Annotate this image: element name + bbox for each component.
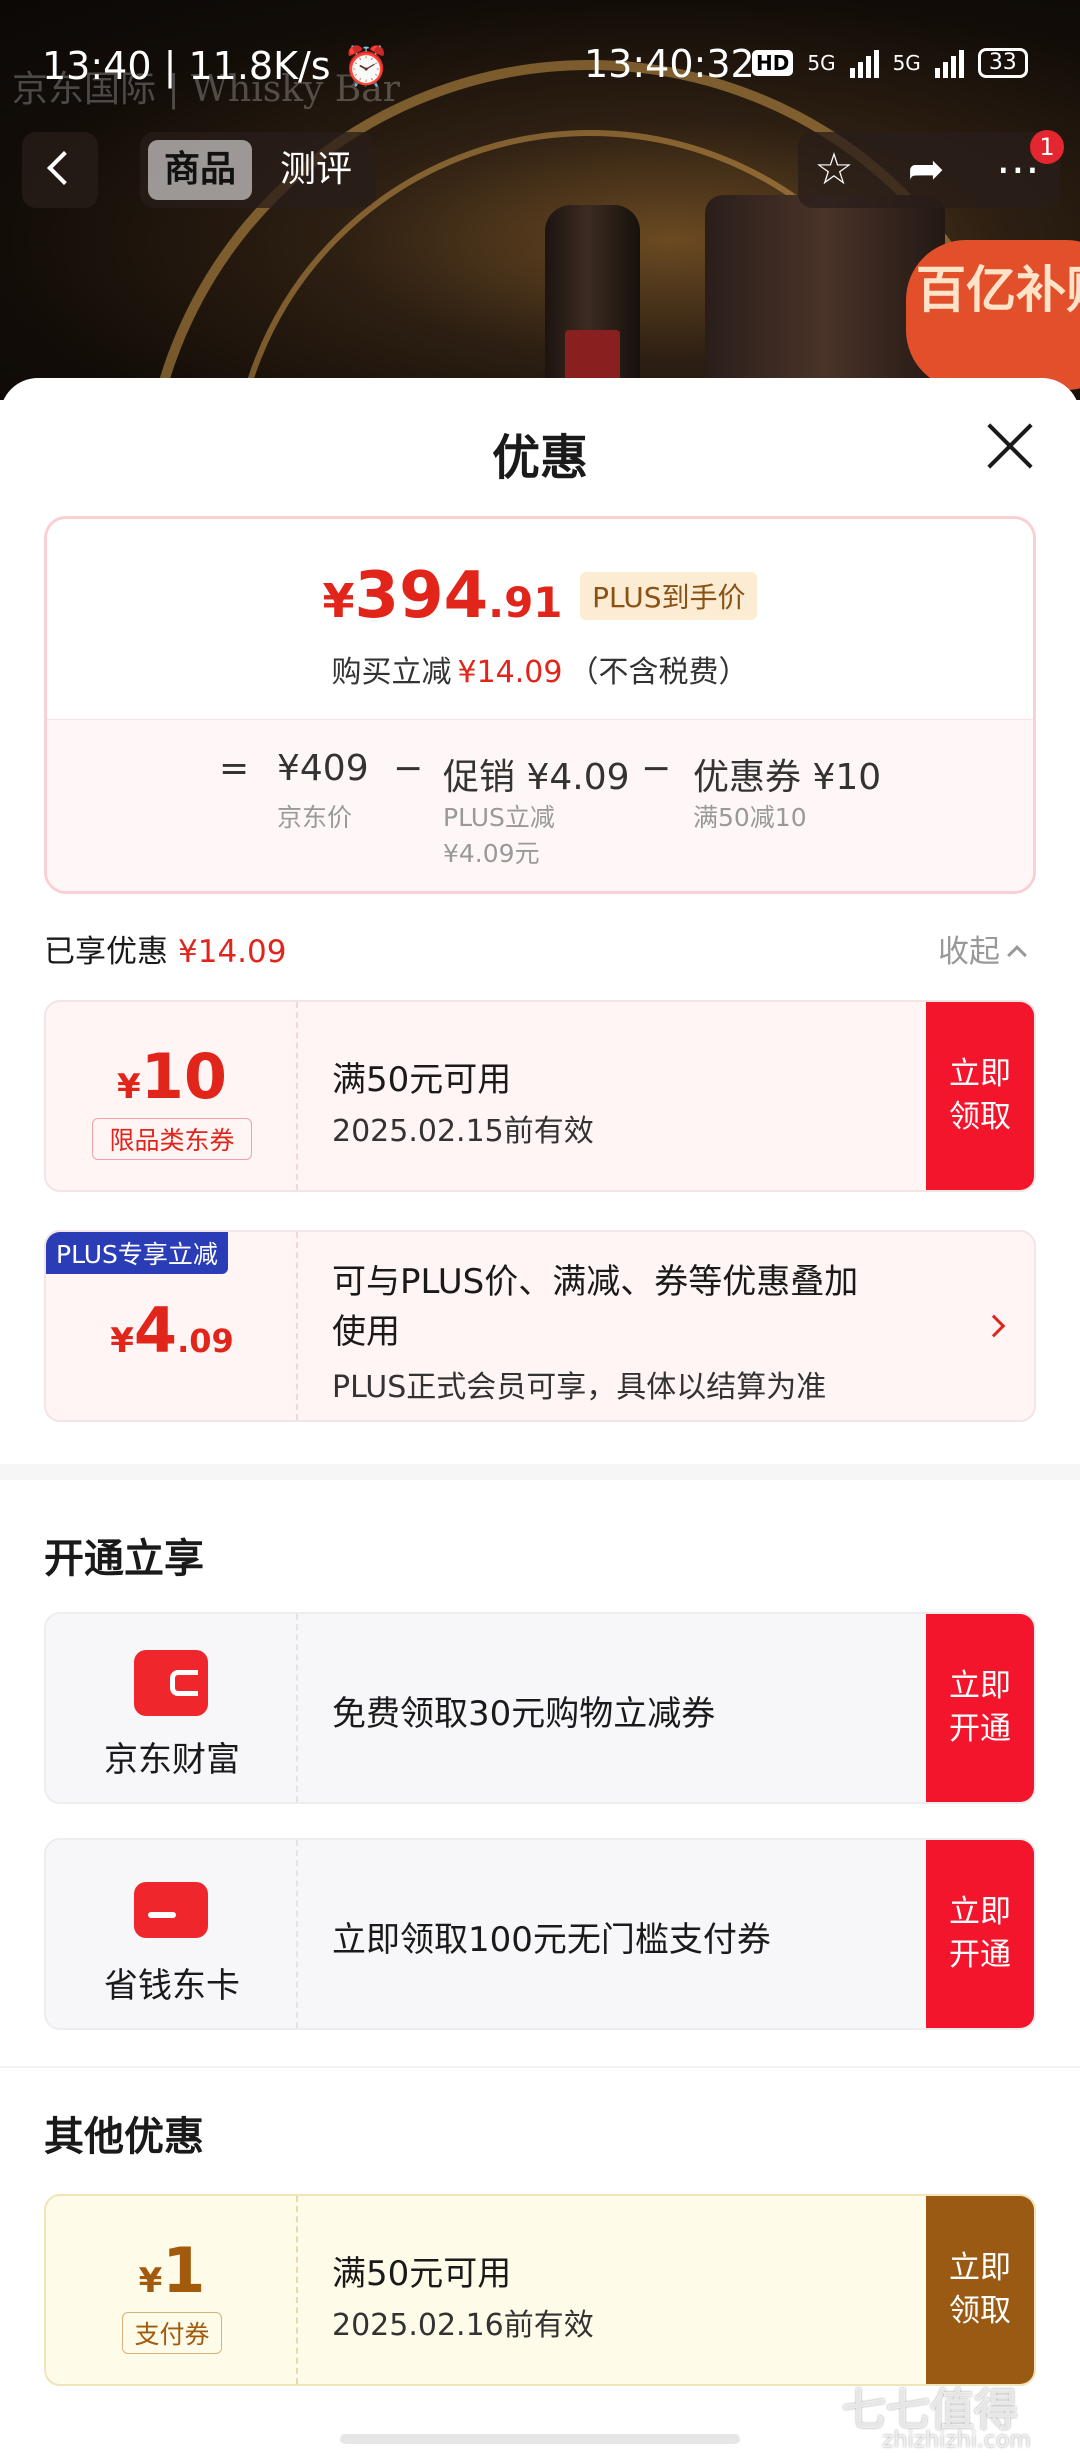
chevron-left-icon	[47, 151, 81, 185]
coupon-decimal: .09	[177, 1322, 234, 1360]
network-5g-label: 5G	[892, 51, 921, 75]
service-name: 京东财富	[104, 1740, 240, 1780]
enjoyed-amount: ¥14.09	[178, 934, 287, 970]
chevron-up-icon	[1007, 945, 1027, 965]
product-tabs: 商品 测评	[140, 132, 376, 208]
coupon-type-tag: 支付券	[122, 2312, 222, 2354]
network-5g-label: 5G	[807, 51, 836, 75]
coupon-card: ¥10 限品类东券 满50元可用 2025.02.15前有效 立即领取	[44, 1000, 1036, 1192]
coupon-value: ¥10	[46, 1040, 298, 1113]
coupon-type-tag: 限品类东券	[92, 1118, 252, 1160]
promo-sub-label: PLUS立减	[443, 803, 555, 832]
coupon-value: ¥1	[46, 2234, 298, 2307]
plus-discount-card[interactable]: PLUS专享立减 ¥4.09 可与PLUS价、满减、券等优惠叠加 使用 PLUS…	[44, 1230, 1036, 1422]
currency-symbol: ¥	[117, 1067, 141, 1107]
currency-symbol: ¥	[322, 574, 355, 628]
reduce-line: 购买立减 ¥14.09 （不含税费）	[47, 647, 1033, 691]
enjoyed-discount: 已享优惠 ¥14.09	[44, 926, 286, 971]
collapse-toggle[interactable]: 收起	[938, 926, 1027, 971]
plus-description: 可与PLUS价、满减、券等优惠叠加	[332, 1262, 859, 1302]
status-bar: 13:40 | 11.8K/s ⏰ 13:40:32 HD 5G 5G 33	[0, 30, 1080, 100]
price-integer: 394	[354, 559, 489, 633]
price-decimal: .91	[488, 578, 563, 627]
claim-coupon-button[interactable]: 立即领取	[926, 1002, 1034, 1190]
activate-button[interactable]: 立即开通	[926, 1614, 1034, 1802]
signal-icon	[849, 48, 879, 78]
currency-symbol: ¥	[138, 2261, 163, 2301]
header-actions: ☆ ➦ ⋯	[798, 132, 1060, 208]
section-divider	[0, 1464, 1080, 1480]
wallet-icon	[134, 1650, 208, 1716]
minus-sign: −	[641, 748, 672, 789]
currency-symbol: ¥	[110, 1321, 134, 1361]
coupon-amount: 1	[162, 2234, 206, 2307]
minus-sign: −	[393, 748, 424, 789]
coupon-value: ¥4.09	[46, 1294, 298, 1367]
card-icon	[134, 1882, 208, 1938]
status-clock: 13:40:32	[584, 42, 755, 86]
star-icon[interactable]: ☆	[810, 146, 858, 194]
site-watermark-url: zhizhizhi.com	[882, 2428, 1031, 2453]
subsidy-badge[interactable]: 百亿补贴	[906, 240, 1080, 390]
discount-sheet: 优惠 ¥394.91 PLUS到手价 购买立减 ¥14.09 （不含税费） = ¥4…	[0, 378, 1080, 2460]
collapse-label: 收起	[938, 934, 1000, 970]
coupon-expiry: 2025.02.16前有效	[332, 2308, 594, 2343]
tab-goods[interactable]: 商品	[148, 140, 252, 200]
service-description: 立即领取100元无门槛支付券	[332, 1920, 771, 1960]
service-card: 省钱东卡 立即领取100元无门槛支付券 立即开通	[44, 1838, 1036, 2030]
share-icon[interactable]: ➦	[902, 146, 950, 194]
signal-icon	[934, 48, 964, 78]
plus-ribbon: PLUS专享立减	[46, 1232, 228, 1274]
coupon-amount: 优惠券 ¥10	[693, 757, 882, 798]
other-section-title: 其他优惠	[44, 2114, 204, 2160]
coupon-amount: 4	[133, 1294, 178, 1367]
jd-price-label: 京东价	[277, 803, 353, 832]
promo-sub-value: ¥4.09元	[443, 839, 540, 868]
plus-note: PLUS正式会员可享，具体以结算为准	[332, 1370, 827, 1405]
service-name: 省钱东卡	[104, 1966, 240, 2006]
reduce-amount: ¥14.09	[457, 655, 563, 690]
status-icons: HD 5G 5G 33	[752, 48, 1028, 78]
coupon-condition: 满50元可用	[332, 1060, 512, 1100]
service-card: 京东财富 免费领取30元购物立减券 立即开通	[44, 1612, 1036, 1804]
price-card-top: ¥394.91 PLUS到手价 购买立减 ¥14.09 （不含税费）	[47, 519, 1033, 719]
claim-coupon-button[interactable]: 立即领取	[926, 2196, 1034, 2384]
price-breakdown: = ¥409 京东价 − 促销 ¥4.09 PLUS立减 ¥4.09元 − 优惠…	[47, 719, 1033, 891]
sheet-title: 优惠	[491, 430, 588, 486]
coupon-expiry: 2025.02.15前有效	[332, 1114, 594, 1149]
chevron-right-icon	[982, 1314, 1006, 1338]
battery-icon: 33	[977, 48, 1028, 78]
price-summary-card: ¥394.91 PLUS到手价 购买立减 ¥14.09 （不含税费） = ¥409 …	[44, 516, 1036, 894]
coupon-condition: 满50元可用	[332, 2254, 512, 2294]
plus-price-tag: PLUS到手价	[580, 572, 758, 620]
enjoyed-label: 已享优惠	[44, 934, 168, 970]
jd-price: ¥409	[277, 748, 369, 789]
promo-amount: 促销 ¥4.09	[443, 757, 630, 798]
hd-icon: HD	[752, 50, 794, 76]
service-description: 免费领取30元购物立减券	[332, 1694, 716, 1734]
back-button[interactable]	[22, 132, 98, 208]
reduce-prefix: 购买立减	[331, 655, 452, 690]
coupon-amount: 10	[140, 1040, 227, 1113]
close-icon[interactable]	[986, 422, 1034, 470]
open-section-title: 开通立享	[44, 1536, 204, 1582]
home-indicator[interactable]	[340, 2434, 740, 2444]
activate-button[interactable]: 立即开通	[926, 1840, 1034, 2028]
notification-badge: 1	[1030, 130, 1064, 164]
section-divider	[0, 2066, 1080, 2068]
equals-sign: =	[219, 748, 250, 789]
coupon-sub-label: 满50减10	[693, 803, 807, 832]
reduce-suffix: （不含税费）	[568, 655, 749, 690]
plus-description-cont: 使用	[332, 1312, 400, 1352]
payment-coupon-card: ¥1 支付券 满50元可用 2025.02.16前有效 立即领取	[44, 2194, 1036, 2386]
tab-review[interactable]: 测评	[264, 140, 368, 200]
status-left: 13:40 | 11.8K/s ⏰	[42, 44, 390, 88]
final-price: ¥394.91 PLUS到手价	[47, 559, 1033, 633]
